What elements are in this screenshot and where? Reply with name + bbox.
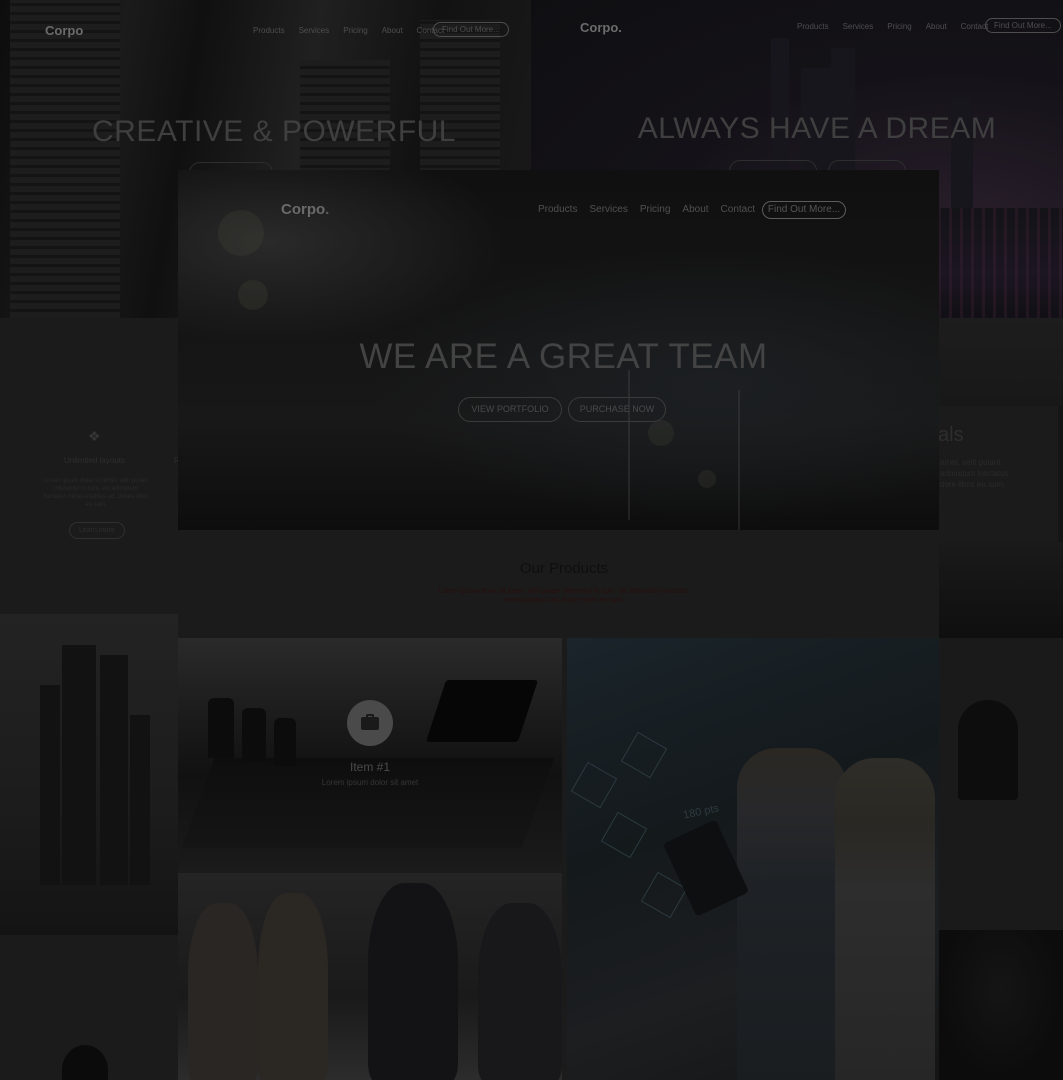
- chair-image: [242, 708, 266, 762]
- bokeh-light: [698, 470, 716, 488]
- bokeh-light: [218, 210, 264, 256]
- skyline-building: [40, 685, 60, 885]
- nav-pricing[interactable]: Pricing: [640, 204, 671, 215]
- bg-right-nav-products: Products: [797, 22, 829, 31]
- person-image: [258, 893, 328, 1080]
- background-features: [0, 318, 178, 614]
- briefcase-body: [361, 717, 379, 730]
- view-portfolio-button[interactable]: VIEW PORTFOLIO: [458, 397, 562, 422]
- products-subtitle: Lorem ipsum dolor sit amet, velit pulant…: [438, 588, 690, 604]
- nav-services[interactable]: Services: [589, 204, 627, 215]
- main-nav: Products Services Pricing About Contact: [538, 204, 755, 215]
- logo-dot: .: [325, 201, 330, 218]
- bg-left-nav-pricing: Pricing: [343, 26, 368, 35]
- item-title: Item #1: [349, 760, 391, 774]
- bg-right-logo: Corpo.: [580, 20, 622, 35]
- product-tile-team-meeting[interactable]: [178, 873, 562, 1080]
- bg-left-nav-products: Products: [253, 26, 285, 35]
- background-office-image: [938, 318, 1063, 406]
- skyline-building: [130, 715, 150, 885]
- feature-learn-more: Learn more: [69, 522, 125, 539]
- item-subtitle: Lorem ipsum dolor sit amet: [321, 778, 419, 787]
- person-image: [478, 903, 562, 1080]
- hexagon-graphic: [600, 811, 648, 859]
- bg-left-hero-title: CREATIVE & POWERFUL: [92, 115, 456, 148]
- bg-right-nav-contact: Contact: [960, 22, 989, 31]
- product-tile-tablet[interactable]: 180 pts: [567, 638, 939, 1080]
- skyline-building: [100, 655, 128, 885]
- chair-image: [274, 718, 296, 766]
- find-out-more-button[interactable]: Find Out More...: [762, 201, 846, 219]
- deals-title-fragment: als: [938, 424, 964, 446]
- feature-text: Lorem ipsum dolor sit amet, velit pulant…: [43, 478, 149, 508]
- bg-right-nav-services: Services: [842, 22, 874, 31]
- logo[interactable]: Corpo.: [281, 201, 329, 218]
- nav-about[interactable]: About: [682, 204, 708, 215]
- main-page-preview: Corpo. Products Services Pricing About C…: [178, 170, 939, 1080]
- products-heading: Our Products: [519, 560, 609, 577]
- background-portrait-image: [938, 930, 1063, 1080]
- person-image: [835, 758, 935, 1080]
- bg-left-cta: Find Out More...: [433, 22, 509, 37]
- person-image: [737, 748, 847, 1080]
- hero-section: Corpo. Products Services Pricing About C…: [178, 170, 939, 530]
- chair-image: [208, 698, 234, 758]
- background-city-image: [938, 542, 1063, 638]
- person-image: [958, 700, 1018, 800]
- hexagon-graphic: [570, 761, 618, 809]
- person-image: [62, 1045, 108, 1080]
- paperclip-icon: ❖: [88, 428, 101, 444]
- bg-left-nav: Products Services Pricing About Contact: [253, 26, 444, 35]
- rain-streak: [738, 390, 740, 530]
- person-image: [188, 903, 258, 1080]
- background-team-card: [0, 935, 178, 1080]
- feature-title: Unlimited layouts: [64, 456, 125, 465]
- briefcase-icon: [347, 700, 393, 746]
- bg-left-nav-about: About: [381, 26, 403, 35]
- bg-right-nav: Products Services Pricing About Contact: [797, 22, 988, 31]
- background-team-image: [938, 638, 1063, 930]
- nav-contact[interactable]: Contact: [721, 204, 755, 215]
- rain-streak: [628, 370, 630, 520]
- bg-right-hero-title: ALWAYS HAVE A DREAM: [637, 112, 997, 145]
- screenshot-stage: Corpo Products Services Pricing About Co…: [0, 0, 1063, 1080]
- bg-right-nav-about: About: [925, 22, 947, 31]
- tablet-overlay-text: 180 pts: [682, 802, 720, 822]
- building-image: [10, 0, 120, 318]
- hexagon-graphic: [620, 731, 668, 779]
- bg-right-nav-pricing: Pricing: [887, 22, 912, 31]
- bokeh-light: [648, 420, 674, 446]
- product-tile-item-1[interactable]: Item #1 Lorem ipsum dolor sit amet: [178, 638, 562, 868]
- bg-right-cta: Find Out More...: [985, 18, 1061, 33]
- skyline-building: [62, 645, 96, 885]
- person-image: [368, 883, 458, 1080]
- deals-text-fragment: amet, velit pulant admodum tractatus dor…: [940, 458, 1009, 489]
- bg-left-logo: Corpo: [45, 23, 84, 38]
- bg-left-nav-services: Services: [298, 26, 330, 35]
- purchase-now-button[interactable]: PURCHASE NOW: [568, 397, 666, 422]
- nav-products[interactable]: Products: [538, 204, 577, 215]
- background-city-image: [0, 614, 178, 935]
- logo-text: Corpo: [281, 201, 326, 218]
- bokeh-light: [238, 280, 268, 310]
- hero-title: WE ARE A GREAT TEAM: [359, 337, 768, 376]
- laptop-image: [425, 680, 539, 742]
